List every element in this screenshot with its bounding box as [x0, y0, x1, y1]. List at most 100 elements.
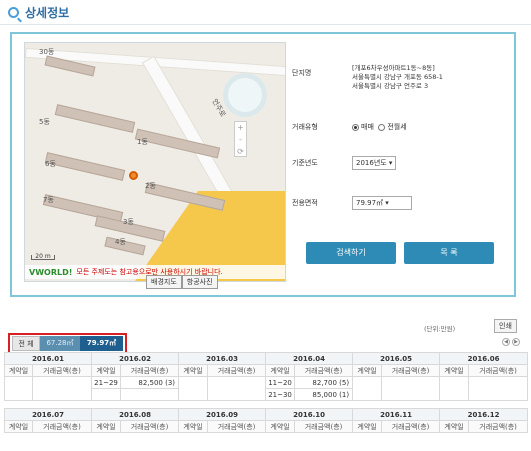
magnifier-icon — [8, 7, 19, 18]
tab-aerial-photo[interactable]: 항공사진 — [181, 275, 218, 289]
unit-note: (단위:만원) — [424, 325, 456, 333]
col-amount: 거래금액(층) — [468, 420, 529, 433]
map-label: 7동 — [43, 196, 54, 204]
col-amount: 거래금액(층) — [294, 420, 354, 433]
map-view[interactable]: 30동 5동 1동 6동 2동 7동 3동 4동 언주로 + - ⟳ 20 m VW… — [24, 42, 286, 282]
map-label: 4동 — [115, 238, 126, 246]
map-type-tabs: 배경지도 항공사진 — [146, 275, 218, 289]
col-day: 계약일 — [352, 420, 383, 433]
list-button[interactable]: 목 록 — [404, 242, 494, 264]
area-label: 전용면적 — [292, 199, 318, 207]
transaction-table: 2016.01 2016.02 2016.03 2016.04 2016.05 … — [3, 352, 529, 433]
location-marker-icon[interactable] — [129, 171, 138, 180]
complex-address: [개포6차우성아파트1동~8동] 서울특별시 강남구 개포동 658-1 서울특… — [352, 64, 443, 91]
radio-rent-label: 전월세 — [387, 123, 407, 131]
zoom-control[interactable]: + - ⟳ — [234, 121, 247, 157]
col-amount: 거래금액(층) — [381, 420, 441, 433]
deal-type-label: 거래유형 — [292, 123, 318, 131]
radio-sale-label: 매매 — [361, 123, 374, 131]
radio-rent[interactable] — [378, 123, 386, 131]
detail-panel: 30동 5동 1동 6동 2동 7동 3동 4동 언주로 + - ⟳ 20 m VW… — [10, 32, 516, 297]
map-label: 5동 — [39, 118, 50, 126]
radio-sale[interactable] — [352, 123, 359, 131]
col-day: 계약일 — [91, 420, 122, 433]
col-day: 계약일 — [4, 420, 33, 433]
col-amount: 거래금액(층) — [381, 364, 441, 377]
search-form: 단지명 [개포6차우성아파트1동~8동] 서울특별시 강남구 개포동 658-1… — [292, 34, 512, 294]
month-header: 2016.10 — [265, 408, 354, 421]
col-day: 계약일 — [352, 364, 383, 377]
prev-arrow-icon[interactable]: ◀ — [502, 338, 510, 346]
vworld-logo: VWORLD! — [29, 267, 73, 277]
map-building — [54, 104, 136, 133]
col-day: 계약일 — [439, 420, 470, 433]
table-cell: 85,000 (1) — [294, 388, 354, 401]
map-label: 30동 — [39, 48, 55, 56]
table-row: 21~29 82,500 (3) 11~20 82,700 (5) — [4, 376, 529, 401]
road-address-line: 서울특별시 강남구 언주로 3 — [352, 82, 429, 90]
table-cell — [4, 376, 33, 401]
table-cell — [439, 376, 470, 401]
year-select[interactable]: 2016년도 ▾ — [352, 156, 397, 170]
tab-base-map[interactable]: 배경지도 — [146, 275, 182, 289]
month-header: 2016.06 — [439, 352, 529, 365]
map-building — [44, 152, 126, 181]
col-day: 계약일 — [265, 364, 296, 377]
month-header: 2016.01 — [3, 352, 93, 365]
month-header-row: 2016.01 2016.02 2016.03 2016.04 2016.05 … — [3, 352, 529, 365]
month-header-row: 2016.07 2016.08 2016.09 2016.10 2016.11 … — [3, 408, 529, 421]
table-cell — [381, 376, 441, 401]
table-cell: 21~29 — [91, 376, 122, 389]
table-cell — [352, 376, 383, 401]
area-select[interactable]: 79.97㎡ ▾ — [352, 196, 412, 210]
map-label: 6동 — [45, 160, 56, 168]
map-label: 2동 — [145, 182, 156, 190]
column-header-row: 계약일 거래금액(층) 계약일 거래금액(층) 계약일 거래금액(층) 계약일 거래금액… — [4, 364, 529, 377]
month-header: 2016.08 — [91, 408, 180, 421]
map-label: 1동 — [137, 138, 148, 146]
table-cell — [178, 376, 209, 401]
col-amount: 거래금액(층) — [294, 364, 354, 377]
map-scale: 20 m — [31, 254, 55, 260]
lot-address-line: 서울특별시 강남구 개포동 658-1 — [352, 73, 443, 81]
complex-name-line: [개포6차우성아파트1동~8동] — [352, 64, 435, 72]
table-cell: 82,700 (5) — [294, 376, 354, 389]
col-day: 계약일 — [439, 364, 470, 377]
header-divider — [0, 24, 531, 25]
table-cell — [120, 388, 180, 401]
table-cell — [91, 388, 122, 401]
col-amount: 거래금액(층) — [207, 364, 267, 377]
month-header: 2016.03 — [178, 352, 267, 365]
compass-icon[interactable] — [223, 73, 267, 117]
month-header: 2016.12 — [439, 408, 529, 421]
month-header: 2016.05 — [352, 352, 441, 365]
next-arrow-icon[interactable]: ▶ — [512, 338, 520, 346]
deal-type-options: 매매 전월세 — [352, 122, 407, 132]
month-header: 2016.04 — [265, 352, 354, 365]
table-spacer — [4, 400, 528, 409]
map-label: 3동 — [123, 218, 134, 226]
col-day: 계약일 — [265, 420, 296, 433]
print-button[interactable]: 인쇄 — [494, 319, 517, 333]
complex-label: 단지명 — [292, 69, 312, 77]
section-header: 상세정보 — [8, 4, 69, 21]
table-cell — [31, 376, 93, 401]
table-cell — [207, 376, 267, 401]
month-header: 2016.07 — [3, 408, 93, 421]
column-header-row: 계약일 거래금액(층) 계약일 거래금액(층) 계약일 거래금액(층) 계약일 거래금액… — [4, 420, 529, 433]
month-header: 2016.11 — [352, 408, 441, 421]
col-day: 계약일 — [4, 364, 33, 377]
col-amount: 거래금액(층) — [120, 364, 180, 377]
col-day: 계약일 — [178, 420, 209, 433]
table-cell: 82,500 (3) — [120, 376, 180, 389]
table-cell — [468, 376, 529, 401]
table-cell: 21~30 — [265, 388, 296, 401]
year-label: 기준년도 — [292, 159, 318, 167]
spacer-cell — [4, 400, 528, 409]
search-button[interactable]: 검색하기 — [306, 242, 396, 264]
col-amount: 거래금액(층) — [31, 420, 93, 433]
col-day: 계약일 — [91, 364, 122, 377]
month-header: 2016.02 — [91, 352, 180, 365]
col-amount: 거래금액(층) — [207, 420, 267, 433]
col-amount: 거래금액(층) — [468, 364, 529, 377]
